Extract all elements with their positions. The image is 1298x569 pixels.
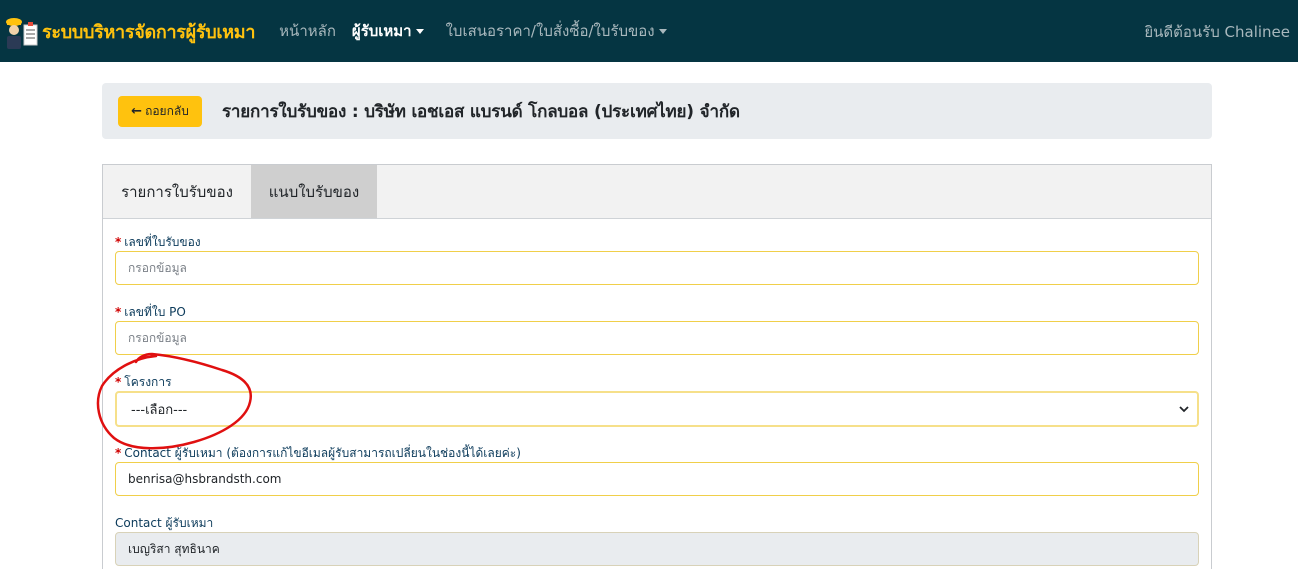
welcome-user[interactable]: ยินดีต้อนรับ Chalinee (1144, 20, 1290, 44)
receipt-no-field: * เลขที่ใบรับของ กรอกข้อมูล (115, 235, 1199, 285)
required-mark: * (115, 446, 122, 460)
top-navbar: ระบบบริหารจัดการผู้รับเหมา หน้าหลัก ผู้ร… (0, 0, 1298, 62)
po-no-field: * เลขที่ใบ PO กรอกข้อมูล (115, 305, 1199, 355)
contact-email-input[interactable]: benrisa@hsbrandsth.com (115, 462, 1199, 496)
contact-name-input: เบญริสา สุทธินาค (115, 532, 1199, 566)
po-no-label-text: เลขที่ใบ PO (124, 305, 186, 319)
project-field: * โครงการ ---เลือก--- (115, 375, 1199, 427)
po-no-input[interactable]: กรอกข้อมูล (115, 321, 1199, 355)
required-mark: * (115, 375, 122, 389)
brand-logo-icon (6, 18, 38, 49)
required-mark: * (115, 235, 122, 249)
project-select[interactable]: ---เลือก--- (115, 391, 1199, 427)
page-header: ← ถอยกลับ รายการใบรับของ : บริษัท เอชเอส… (102, 83, 1212, 139)
contact-name-field: Contact ผู้รับเหมา เบญริสา สุทธินาค (115, 516, 1199, 566)
contact-email-label-text: Contact ผู้รับเหมา (ต้องการแก้ไขอีเมลผู้… (124, 446, 521, 460)
caret-down-icon (415, 28, 424, 34)
contact-name-label: Contact ผู้รับเหมา (115, 516, 214, 530)
tab-receipt-list[interactable]: รายการใบรับของ (103, 165, 251, 218)
receipt-no-input[interactable]: กรอกข้อมูล (115, 251, 1199, 285)
contact-email-field: * Contact ผู้รับเหมา (ต้องการแก้ไขอีเมลผู… (115, 446, 1199, 496)
caret-down-icon (658, 28, 667, 34)
tab-attach-receipt[interactable]: แนบใบรับของ (251, 165, 377, 218)
tab-bar: รายการใบรับของ แนบใบรับของ (103, 165, 1211, 219)
nav-contractor-dropdown[interactable]: ผู้รับเหมา (352, 19, 424, 43)
nav-documents-label: ใบเสนอราคา/ใบสั่งซื้อ/ใบรับของ (445, 22, 655, 40)
brand[interactable]: ระบบบริหารจัดการผู้รับเหมา (2, 11, 255, 51)
project-selected-value: ---เลือก--- (131, 402, 188, 418)
receipt-panel: รายการใบรับของ แนบใบรับของ * เลขที่ใบรับข… (102, 164, 1212, 569)
receipt-no-label-text: เลขที่ใบรับของ (124, 235, 201, 249)
contact-email-label: * Contact ผู้รับเหมา (ต้องการแก้ไขอีเมลผู… (115, 446, 1199, 460)
arrow-left-icon: ← (131, 103, 143, 119)
required-mark: * (115, 305, 122, 319)
nav-documents-dropdown[interactable]: ใบเสนอราคา/ใบสั่งซื้อ/ใบรับของ (446, 19, 667, 43)
chevron-down-icon (1179, 406, 1189, 413)
nav-home[interactable]: หน้าหลัก (279, 19, 336, 43)
brand-title: ระบบบริหารจัดการผู้รับเหมา (42, 21, 256, 43)
receipt-no-label: * เลขที่ใบรับของ (115, 235, 1199, 249)
project-label-text: โครงการ (124, 375, 172, 389)
po-no-label: * เลขที่ใบ PO (115, 305, 1199, 319)
nav-contractor-label: ผู้รับเหมา (351, 22, 412, 40)
page-title: รายการใบรับของ : บริษัท เอชเอส แบรนด์ โก… (222, 101, 740, 122)
back-button[interactable]: ← ถอยกลับ (118, 95, 202, 127)
back-button-label: ถอยกลับ (145, 103, 189, 118)
project-label: * โครงการ (115, 375, 1199, 389)
